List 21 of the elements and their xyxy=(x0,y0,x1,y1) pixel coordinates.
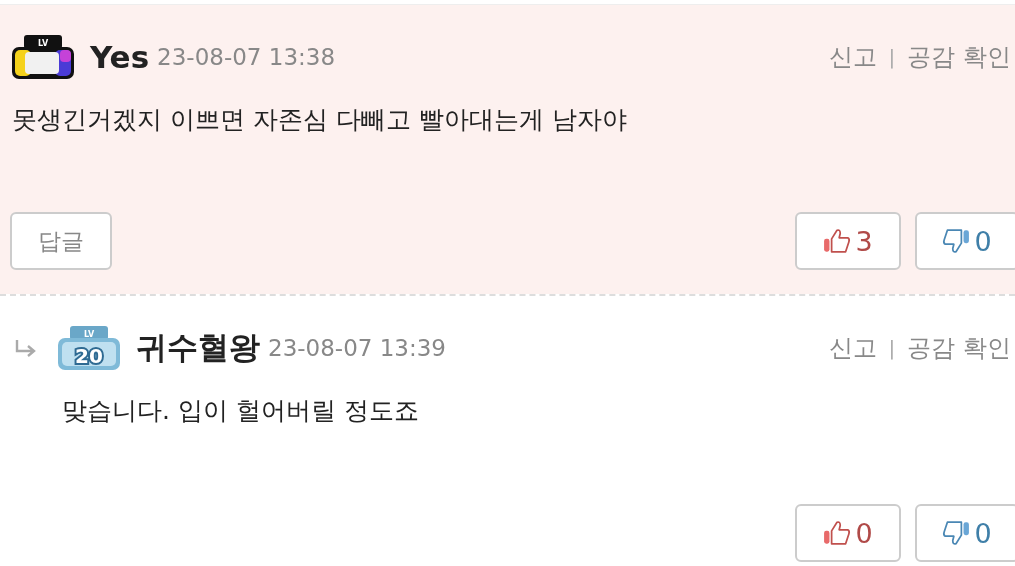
comment-time: 23-08-07 13:38 xyxy=(157,44,336,70)
thumbs-up-icon xyxy=(823,227,852,255)
like-button[interactable]: 0 xyxy=(795,504,901,562)
author-name: Yes xyxy=(90,39,150,75)
dislike-button[interactable]: 0 xyxy=(915,504,1015,562)
author-name: 귀수혈왕 xyxy=(136,328,260,367)
reply-button[interactable]: 답글 xyxy=(10,212,112,270)
report-link[interactable]: 신고 xyxy=(828,332,877,364)
separator: | xyxy=(888,336,896,360)
thumbs-up-icon xyxy=(823,519,852,547)
comment-time: 23-08-07 13:39 xyxy=(268,335,446,361)
likes-link[interactable]: 공감 확인 xyxy=(907,332,1011,364)
separator: | xyxy=(888,45,896,69)
thumbs-down-icon xyxy=(942,227,971,255)
comment-text: 못생긴거겠지 이쁘면 자존심 다빼고 빨아대는게 남자야 xyxy=(12,104,628,136)
like-button[interactable]: 3 xyxy=(795,212,901,270)
dislike-button[interactable]: 0 xyxy=(915,212,1015,270)
likes-link[interactable]: 공감 확인 xyxy=(907,41,1011,73)
thumbs-down-icon xyxy=(942,519,971,547)
report-link[interactable]: 신고 xyxy=(828,41,877,73)
comment-text: 맞습니다. 입이 헐어버릴 정도죠 xyxy=(62,395,420,427)
